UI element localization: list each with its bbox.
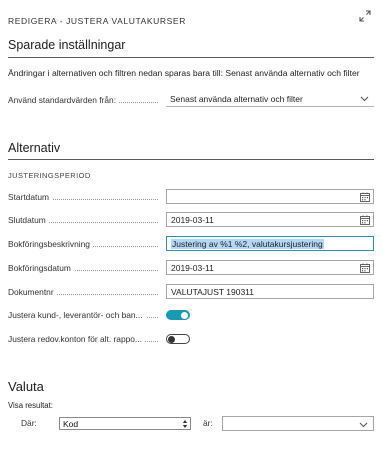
document-no-label: Dokumentnr <box>8 287 57 297</box>
section-divider <box>8 57 374 58</box>
filter-value-dropdown[interactable] <box>222 416 374 431</box>
start-date-row: Startdatum <box>8 189 374 205</box>
start-date-input[interactable] <box>166 189 374 204</box>
document-no-row: Dokumentnr VALUTAJUST 190311 <box>8 284 374 300</box>
end-date-input[interactable]: 2019-03-11 <box>166 212 374 227</box>
toggle-knob <box>181 311 188 319</box>
posting-description-label: Bokföringsbeskrivning <box>8 239 93 249</box>
posting-date-input[interactable]: 2019-03-11 <box>166 260 374 275</box>
posting-description-row: Bokföringsbeskrivning Justering av %1 %2… <box>8 236 374 252</box>
section-divider <box>8 159 374 160</box>
posting-date-row: Bokföringsdatum 2019-03-11 <box>8 260 374 276</box>
options-heading: Alternativ <box>8 141 61 155</box>
start-date-label: Startdatum <box>8 192 52 202</box>
toggle-knob <box>168 335 175 343</box>
currency-heading: Valuta <box>8 379 44 394</box>
document-no-value: VALUTAJUST 190311 <box>171 287 254 297</box>
up-down-arrows-icon <box>182 420 188 428</box>
posting-description-value: Justering av %1 %2, valutakursjustering <box>171 239 324 249</box>
where-label: Där: <box>21 418 37 428</box>
defaults-row: Använd standardvärden från: Senast använ… <box>8 92 374 108</box>
end-date-label: Slutdatum <box>8 215 49 225</box>
is-label: är: <box>203 418 213 428</box>
adjust-customer-label: Justera kund-, leverantör- och ban... <box>8 310 146 320</box>
chevron-down-icon <box>360 96 369 102</box>
group-caption: JUSTERINGSPERIOD <box>8 171 91 180</box>
saved-settings-info: Ändringar i alternativen och filtren ned… <box>8 68 360 78</box>
filter-field-value: Kod <box>63 419 79 429</box>
calendar-icon[interactable] <box>360 192 370 202</box>
adjust-gl-toggle[interactable] <box>166 334 190 344</box>
dialog-header: REDIGERA - JUSTERA VALUTAKURSER <box>8 9 374 26</box>
dialog-title: REDIGERA - JUSTERA VALUTAKURSER <box>8 16 186 26</box>
defaults-dropdown[interactable]: Senast använda alternativ och filter <box>166 92 374 107</box>
chevron-down-icon <box>359 422 368 428</box>
adjust-gl-row: Justera redov.konton för alt. rappo... <box>8 331 374 347</box>
filter-field-select[interactable]: Kod <box>59 417 191 430</box>
defaults-label: Använd standardvärden från: <box>8 95 120 105</box>
end-date-value: 2019-03-11 <box>171 215 214 225</box>
calendar-icon[interactable] <box>360 215 370 225</box>
saved-settings-heading: Sparade inställningar <box>8 38 126 52</box>
posting-date-label: Bokföringsdatum <box>8 263 74 273</box>
adjust-gl-label: Justera redov.konton för alt. rappo... <box>8 334 145 344</box>
posting-date-value: 2019-03-11 <box>171 263 214 273</box>
defaults-value: Senast använda alternativ och filter <box>170 94 303 104</box>
adjust-customer-toggle[interactable] <box>166 310 190 320</box>
end-date-row: Slutdatum 2019-03-11 <box>8 212 374 228</box>
show-results-label: Visa resultat: <box>8 401 53 410</box>
adjust-customer-row: Justera kund-, leverantör- och ban... <box>8 307 374 323</box>
document-no-input[interactable]: VALUTAJUST 190311 <box>166 284 374 299</box>
posting-description-input[interactable]: Justering av %1 %2, valutakursjustering <box>166 236 374 251</box>
expand-icon[interactable] <box>358 9 372 23</box>
calendar-icon[interactable] <box>360 263 370 273</box>
